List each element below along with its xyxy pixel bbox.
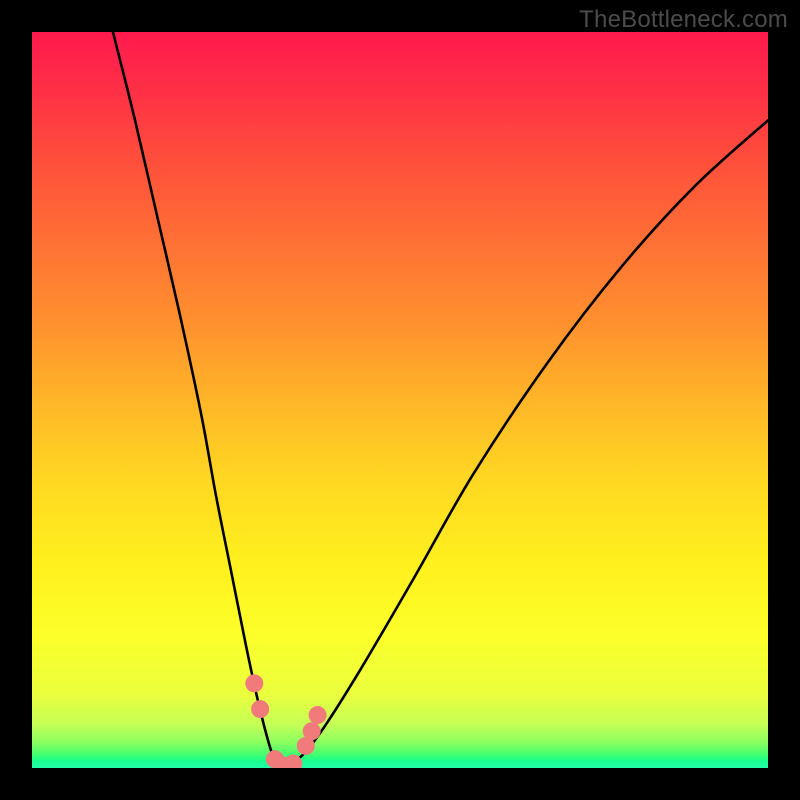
chart-svg	[32, 32, 768, 768]
marker-point	[309, 706, 327, 724]
highlight-markers	[245, 674, 326, 768]
chart-plot-area	[32, 32, 768, 768]
marker-point	[245, 674, 263, 692]
chart-frame: TheBottleneck.com	[0, 0, 800, 800]
marker-point	[251, 700, 269, 718]
marker-point	[303, 722, 321, 740]
bottleneck-curve	[113, 32, 768, 768]
watermark-text: TheBottleneck.com	[579, 6, 788, 34]
